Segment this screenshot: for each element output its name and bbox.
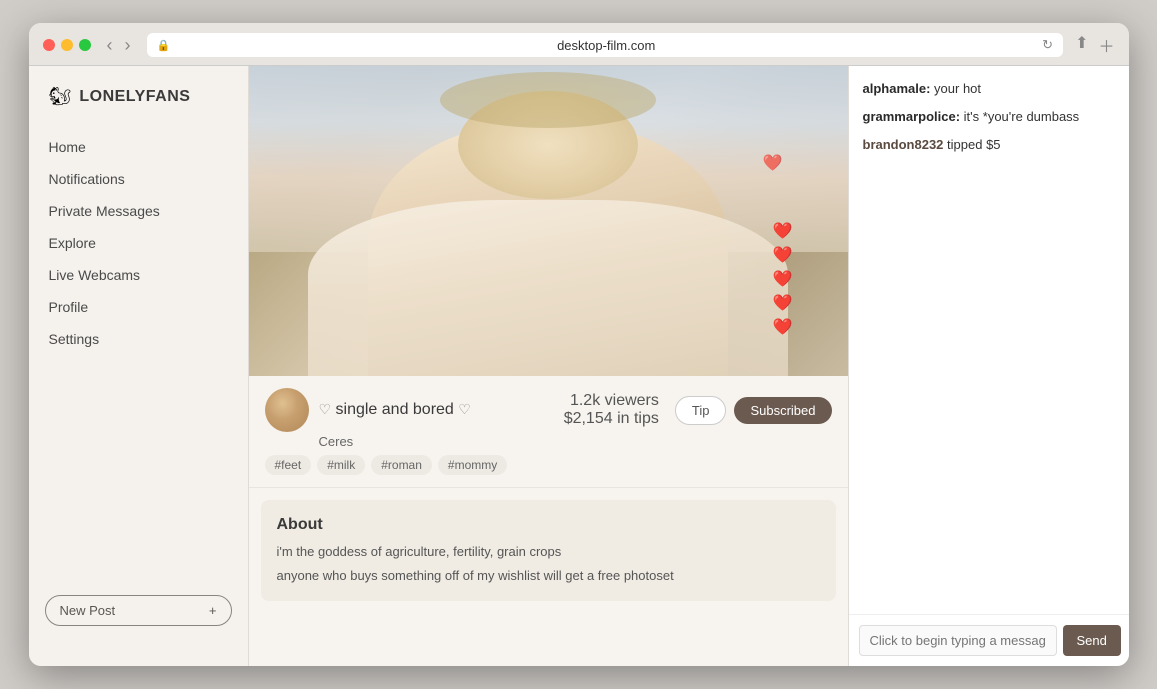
avatar-image bbox=[265, 388, 309, 432]
refresh-icon[interactable]: ↻ bbox=[1042, 37, 1053, 53]
stream-info: ♡ single and bored ♡ 1.2k viewers $2,154… bbox=[249, 376, 848, 488]
tip-button[interactable]: Tip bbox=[675, 396, 727, 425]
sidebar-item-live-webcams[interactable]: Live Webcams bbox=[29, 259, 248, 291]
traffic-lights bbox=[43, 39, 91, 51]
sidebar-item-settings[interactable]: Settings bbox=[29, 323, 248, 355]
hearts-column: ❤️ ❤️ ❤️ ❤️ ❤️ bbox=[773, 221, 793, 337]
tag-feet[interactable]: #feet bbox=[265, 455, 312, 475]
maximize-button[interactable] bbox=[79, 39, 91, 51]
stream-title: single and bored bbox=[336, 401, 454, 418]
sidebar-item-private-messages[interactable]: Private Messages bbox=[29, 195, 248, 227]
chat-username-2: grammarpolice: bbox=[863, 109, 961, 124]
heart-1: ❤️ bbox=[773, 221, 793, 241]
stream-title-text: ♡ single and bored ♡ bbox=[319, 401, 471, 419]
heart-4: ❤️ bbox=[773, 293, 793, 313]
nav-menu: Home Notifications Private Messages Expl… bbox=[29, 131, 248, 595]
tips-amount: $2,154 in tips bbox=[564, 410, 659, 428]
tag-milk[interactable]: #milk bbox=[317, 455, 365, 475]
chat-text-3: tipped $5 bbox=[947, 137, 1001, 152]
subscribed-button[interactable]: Subscribed bbox=[734, 397, 831, 424]
browser-chrome: ‹ › 🔒 desktop-film.com ↻ ⬆ ＋ bbox=[29, 23, 1129, 66]
url-text: desktop-film.com bbox=[176, 38, 1036, 53]
tag-roman[interactable]: #roman bbox=[371, 455, 432, 475]
chat-input[interactable] bbox=[859, 625, 1057, 656]
stream-stats-area: 1.2k viewers $2,154 in tips bbox=[564, 392, 659, 428]
main-content: ❤️ ❤️ ❤️ ❤️ ❤️ ❤️ bbox=[249, 66, 849, 666]
logo-area: 🐿 LONELYFANS bbox=[29, 86, 248, 131]
chat-username-3: brandon8232 bbox=[863, 137, 944, 152]
chat-username-1: alphamale: bbox=[863, 81, 931, 96]
heart-5: ❤️ bbox=[773, 317, 793, 337]
logo-icon: 🐿 bbox=[49, 86, 72, 107]
avatar bbox=[265, 388, 309, 432]
send-button[interactable]: Send bbox=[1063, 625, 1121, 656]
sidebar-item-notifications[interactable]: Notifications bbox=[29, 163, 248, 195]
chat-input-area: Send bbox=[849, 614, 1129, 666]
sidebar-item-home[interactable]: Home bbox=[29, 131, 248, 163]
browser-window: ‹ › 🔒 desktop-film.com ↻ ⬆ ＋ 🐿 LONELYFAN… bbox=[29, 23, 1129, 666]
logo-text: LONELYFANS bbox=[79, 88, 190, 106]
viewers-count: 1.2k viewers bbox=[564, 392, 659, 410]
stream-title-row: ♡ single and bored ♡ 1.2k viewers $2,154… bbox=[265, 388, 832, 432]
chat-message-1: alphamale: your hot bbox=[863, 80, 1115, 98]
title-heart-left: ♡ bbox=[319, 401, 332, 417]
streamer-name: Ceres bbox=[319, 434, 832, 449]
about-line-1: i'm the goddess of agriculture, fertilit… bbox=[277, 542, 820, 562]
stream-area: ❤️ ❤️ ❤️ ❤️ ❤️ ❤️ bbox=[249, 66, 848, 376]
new-post-button[interactable]: New Post + bbox=[45, 595, 232, 626]
stream-image: ❤️ ❤️ ❤️ ❤️ ❤️ ❤️ bbox=[249, 66, 848, 376]
about-line-2: anyone who buys something off of my wish… bbox=[277, 566, 820, 586]
address-bar[interactable]: 🔒 desktop-film.com ↻ bbox=[147, 33, 1064, 57]
tag-mommy[interactable]: #mommy bbox=[438, 455, 507, 475]
tags-row: #feet #milk #roman #mommy bbox=[265, 455, 832, 475]
new-post-label: New Post bbox=[60, 603, 116, 618]
chat-message-2: grammarpolice: it's *you're dumbass bbox=[863, 108, 1115, 126]
about-title: About bbox=[277, 516, 820, 534]
heart-2: ❤️ bbox=[773, 245, 793, 265]
minimize-button[interactable] bbox=[61, 39, 73, 51]
back-arrow[interactable]: ‹ bbox=[103, 36, 117, 54]
chat-text-2: it's *you're dumbass bbox=[964, 109, 1080, 124]
sidebar-item-explore[interactable]: Explore bbox=[29, 227, 248, 259]
nav-arrows: ‹ › bbox=[103, 36, 135, 54]
sidebar-item-profile[interactable]: Profile bbox=[29, 291, 248, 323]
heart-3: ❤️ bbox=[773, 269, 793, 289]
forward-arrow[interactable]: › bbox=[121, 36, 135, 54]
new-tab-icon[interactable]: ＋ bbox=[1098, 33, 1114, 57]
title-heart-right: ♡ bbox=[458, 401, 471, 417]
about-section: About i'm the goddess of agriculture, fe… bbox=[261, 500, 836, 601]
lock-icon: 🔒 bbox=[157, 39, 171, 52]
painting-crown bbox=[440, 72, 656, 128]
browser-actions: ⬆ ＋ bbox=[1075, 33, 1114, 57]
new-post-plus-icon: + bbox=[209, 603, 217, 618]
streamer-left: ♡ single and bored ♡ bbox=[265, 388, 471, 432]
stream-title-group: ♡ single and bored ♡ bbox=[319, 401, 471, 419]
stream-actions: 1.2k viewers $2,154 in tips Tip Subscrib… bbox=[564, 392, 832, 428]
share-icon[interactable]: ⬆ bbox=[1075, 33, 1088, 57]
painting-dress bbox=[308, 200, 787, 376]
chat-panel: alphamale: your hot grammarpolice: it's … bbox=[849, 66, 1129, 666]
chat-messages: alphamale: your hot grammarpolice: it's … bbox=[849, 66, 1129, 614]
app-layout: 🐿 LONELYFANS Home Notifications Private … bbox=[29, 66, 1129, 666]
heart-floating-small: ❤️ bbox=[763, 153, 783, 173]
chat-message-3: brandon8232 tipped $5 bbox=[863, 136, 1115, 154]
close-button[interactable] bbox=[43, 39, 55, 51]
sidebar: 🐿 LONELYFANS Home Notifications Private … bbox=[29, 66, 249, 666]
chat-text-1: your hot bbox=[934, 81, 981, 96]
